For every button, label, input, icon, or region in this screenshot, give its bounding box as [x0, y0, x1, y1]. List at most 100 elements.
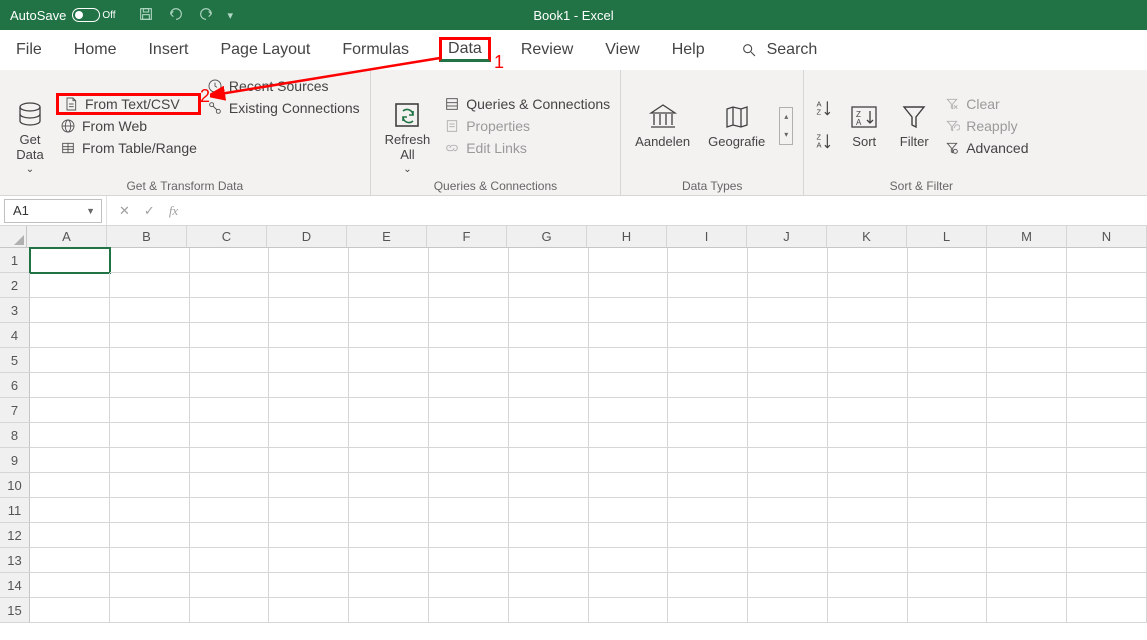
cell-G7[interactable] [509, 398, 589, 423]
cell-L1[interactable] [908, 248, 988, 273]
autosave-toggle[interactable]: AutoSave Off [10, 8, 116, 23]
column-header-E[interactable]: E [347, 226, 427, 248]
cell-B1[interactable] [110, 248, 190, 273]
cell-J12[interactable] [748, 523, 828, 548]
cell-M10[interactable] [987, 473, 1067, 498]
cell-C11[interactable] [190, 498, 270, 523]
cell-M8[interactable] [987, 423, 1067, 448]
cell-C2[interactable] [190, 273, 270, 298]
cell-H1[interactable] [589, 248, 669, 273]
cell-D5[interactable] [269, 348, 349, 373]
cell-H4[interactable] [589, 323, 669, 348]
column-header-N[interactable]: N [1067, 226, 1147, 248]
cell-E13[interactable] [349, 548, 429, 573]
cell-H7[interactable] [589, 398, 669, 423]
from-web-button[interactable]: From Web [60, 118, 197, 134]
refresh-all-button[interactable]: Refresh All ⌄ [381, 74, 435, 177]
cell-C7[interactable] [190, 398, 270, 423]
tab-file[interactable]: File [14, 37, 44, 63]
cell-C14[interactable] [190, 573, 270, 598]
cell-N4[interactable] [1067, 323, 1147, 348]
cell-H9[interactable] [589, 448, 669, 473]
name-box[interactable]: A1 ▼ [4, 199, 102, 223]
cell-K2[interactable] [828, 273, 908, 298]
cell-A8[interactable] [30, 423, 110, 448]
redo-icon[interactable] [198, 6, 214, 25]
cell-M5[interactable] [987, 348, 1067, 373]
cell-F14[interactable] [429, 573, 509, 598]
cell-B5[interactable] [110, 348, 190, 373]
cell-G8[interactable] [509, 423, 589, 448]
cell-A10[interactable] [30, 473, 110, 498]
cell-E15[interactable] [349, 598, 429, 623]
cell-H14[interactable] [589, 573, 669, 598]
column-header-D[interactable]: D [267, 226, 347, 248]
cell-M15[interactable] [987, 598, 1067, 623]
queries-connections-button[interactable]: Queries & Connections [444, 96, 610, 112]
cell-H13[interactable] [589, 548, 669, 573]
cell-J9[interactable] [748, 448, 828, 473]
row-header-2[interactable]: 2 [0, 273, 30, 298]
cell-A5[interactable] [30, 348, 110, 373]
column-header-L[interactable]: L [907, 226, 987, 248]
cell-J11[interactable] [748, 498, 828, 523]
advanced-filter-button[interactable]: Advanced [944, 140, 1028, 156]
cell-A15[interactable] [30, 598, 110, 623]
from-table-range-button[interactable]: From Table/Range [60, 140, 197, 156]
cell-N11[interactable] [1067, 498, 1147, 523]
formula-input[interactable] [190, 199, 1147, 223]
cell-N8[interactable] [1067, 423, 1147, 448]
cell-I6[interactable] [668, 373, 748, 398]
row-header-10[interactable]: 10 [0, 473, 30, 498]
cell-K3[interactable] [828, 298, 908, 323]
cell-E10[interactable] [349, 473, 429, 498]
cell-E8[interactable] [349, 423, 429, 448]
cell-F12[interactable] [429, 523, 509, 548]
column-header-G[interactable]: G [507, 226, 587, 248]
cell-D6[interactable] [269, 373, 349, 398]
cell-J7[interactable] [748, 398, 828, 423]
cell-I9[interactable] [668, 448, 748, 473]
cell-H6[interactable] [589, 373, 669, 398]
cell-L9[interactable] [908, 448, 988, 473]
cell-I4[interactable] [668, 323, 748, 348]
cell-I12[interactable] [668, 523, 748, 548]
save-icon[interactable] [138, 6, 154, 25]
cell-N3[interactable] [1067, 298, 1147, 323]
cell-I5[interactable] [668, 348, 748, 373]
cell-F3[interactable] [429, 298, 509, 323]
cell-J8[interactable] [748, 423, 828, 448]
cell-A13[interactable] [30, 548, 110, 573]
cell-L14[interactable] [908, 573, 988, 598]
cell-B6[interactable] [110, 373, 190, 398]
cell-D14[interactable] [269, 573, 349, 598]
from-text-csv-button[interactable]: From Text/CSV [56, 93, 201, 115]
cell-D7[interactable] [269, 398, 349, 423]
cell-H3[interactable] [589, 298, 669, 323]
search-button[interactable]: Search [741, 41, 818, 59]
cell-A7[interactable] [30, 398, 110, 423]
cell-A3[interactable] [30, 298, 110, 323]
cell-K15[interactable] [828, 598, 908, 623]
cell-M6[interactable] [987, 373, 1067, 398]
cell-E9[interactable] [349, 448, 429, 473]
column-header-I[interactable]: I [667, 226, 747, 248]
cell-M13[interactable] [987, 548, 1067, 573]
cell-E6[interactable] [349, 373, 429, 398]
cell-N9[interactable] [1067, 448, 1147, 473]
column-header-F[interactable]: F [427, 226, 507, 248]
cell-I8[interactable] [668, 423, 748, 448]
cell-J10[interactable] [748, 473, 828, 498]
cell-I14[interactable] [668, 573, 748, 598]
row-header-12[interactable]: 12 [0, 523, 30, 548]
cell-K4[interactable] [828, 323, 908, 348]
cell-A11[interactable] [30, 498, 110, 523]
cell-J15[interactable] [748, 598, 828, 623]
cell-D2[interactable] [269, 273, 349, 298]
column-header-J[interactable]: J [747, 226, 827, 248]
cell-D8[interactable] [269, 423, 349, 448]
cell-M14[interactable] [987, 573, 1067, 598]
cell-I15[interactable] [668, 598, 748, 623]
cell-L5[interactable] [908, 348, 988, 373]
column-header-K[interactable]: K [827, 226, 907, 248]
